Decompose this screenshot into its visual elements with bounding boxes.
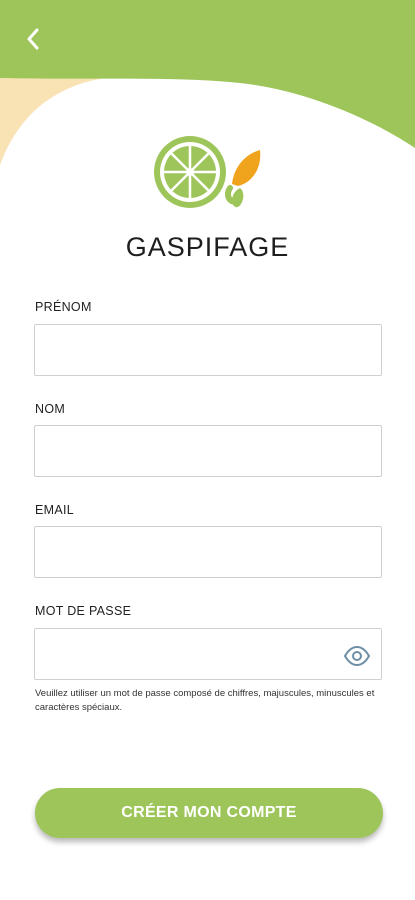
app-title: GASPIFAGE — [125, 232, 290, 262]
email-label: EMAIL — [35, 503, 75, 517]
first-name-input[interactable] — [34, 324, 382, 376]
password-hint: Veuillez utiliser un mot de passe compos… — [35, 688, 375, 713]
email-input[interactable] — [34, 526, 382, 578]
password-label: MOT DE PASSE — [35, 604, 132, 618]
chevron-left-icon — [27, 28, 39, 50]
back-button[interactable] — [16, 22, 50, 56]
eye-icon[interactable] — [343, 645, 371, 667]
first-name-label: PRÉNOM — [35, 300, 92, 314]
logo — [154, 136, 261, 208]
last-name-input[interactable] — [34, 425, 382, 477]
last-name-label: NOM — [35, 402, 66, 416]
create-account-button[interactable]: CRÉER MON COMPTE — [35, 788, 383, 838]
password-input[interactable] — [34, 628, 382, 680]
